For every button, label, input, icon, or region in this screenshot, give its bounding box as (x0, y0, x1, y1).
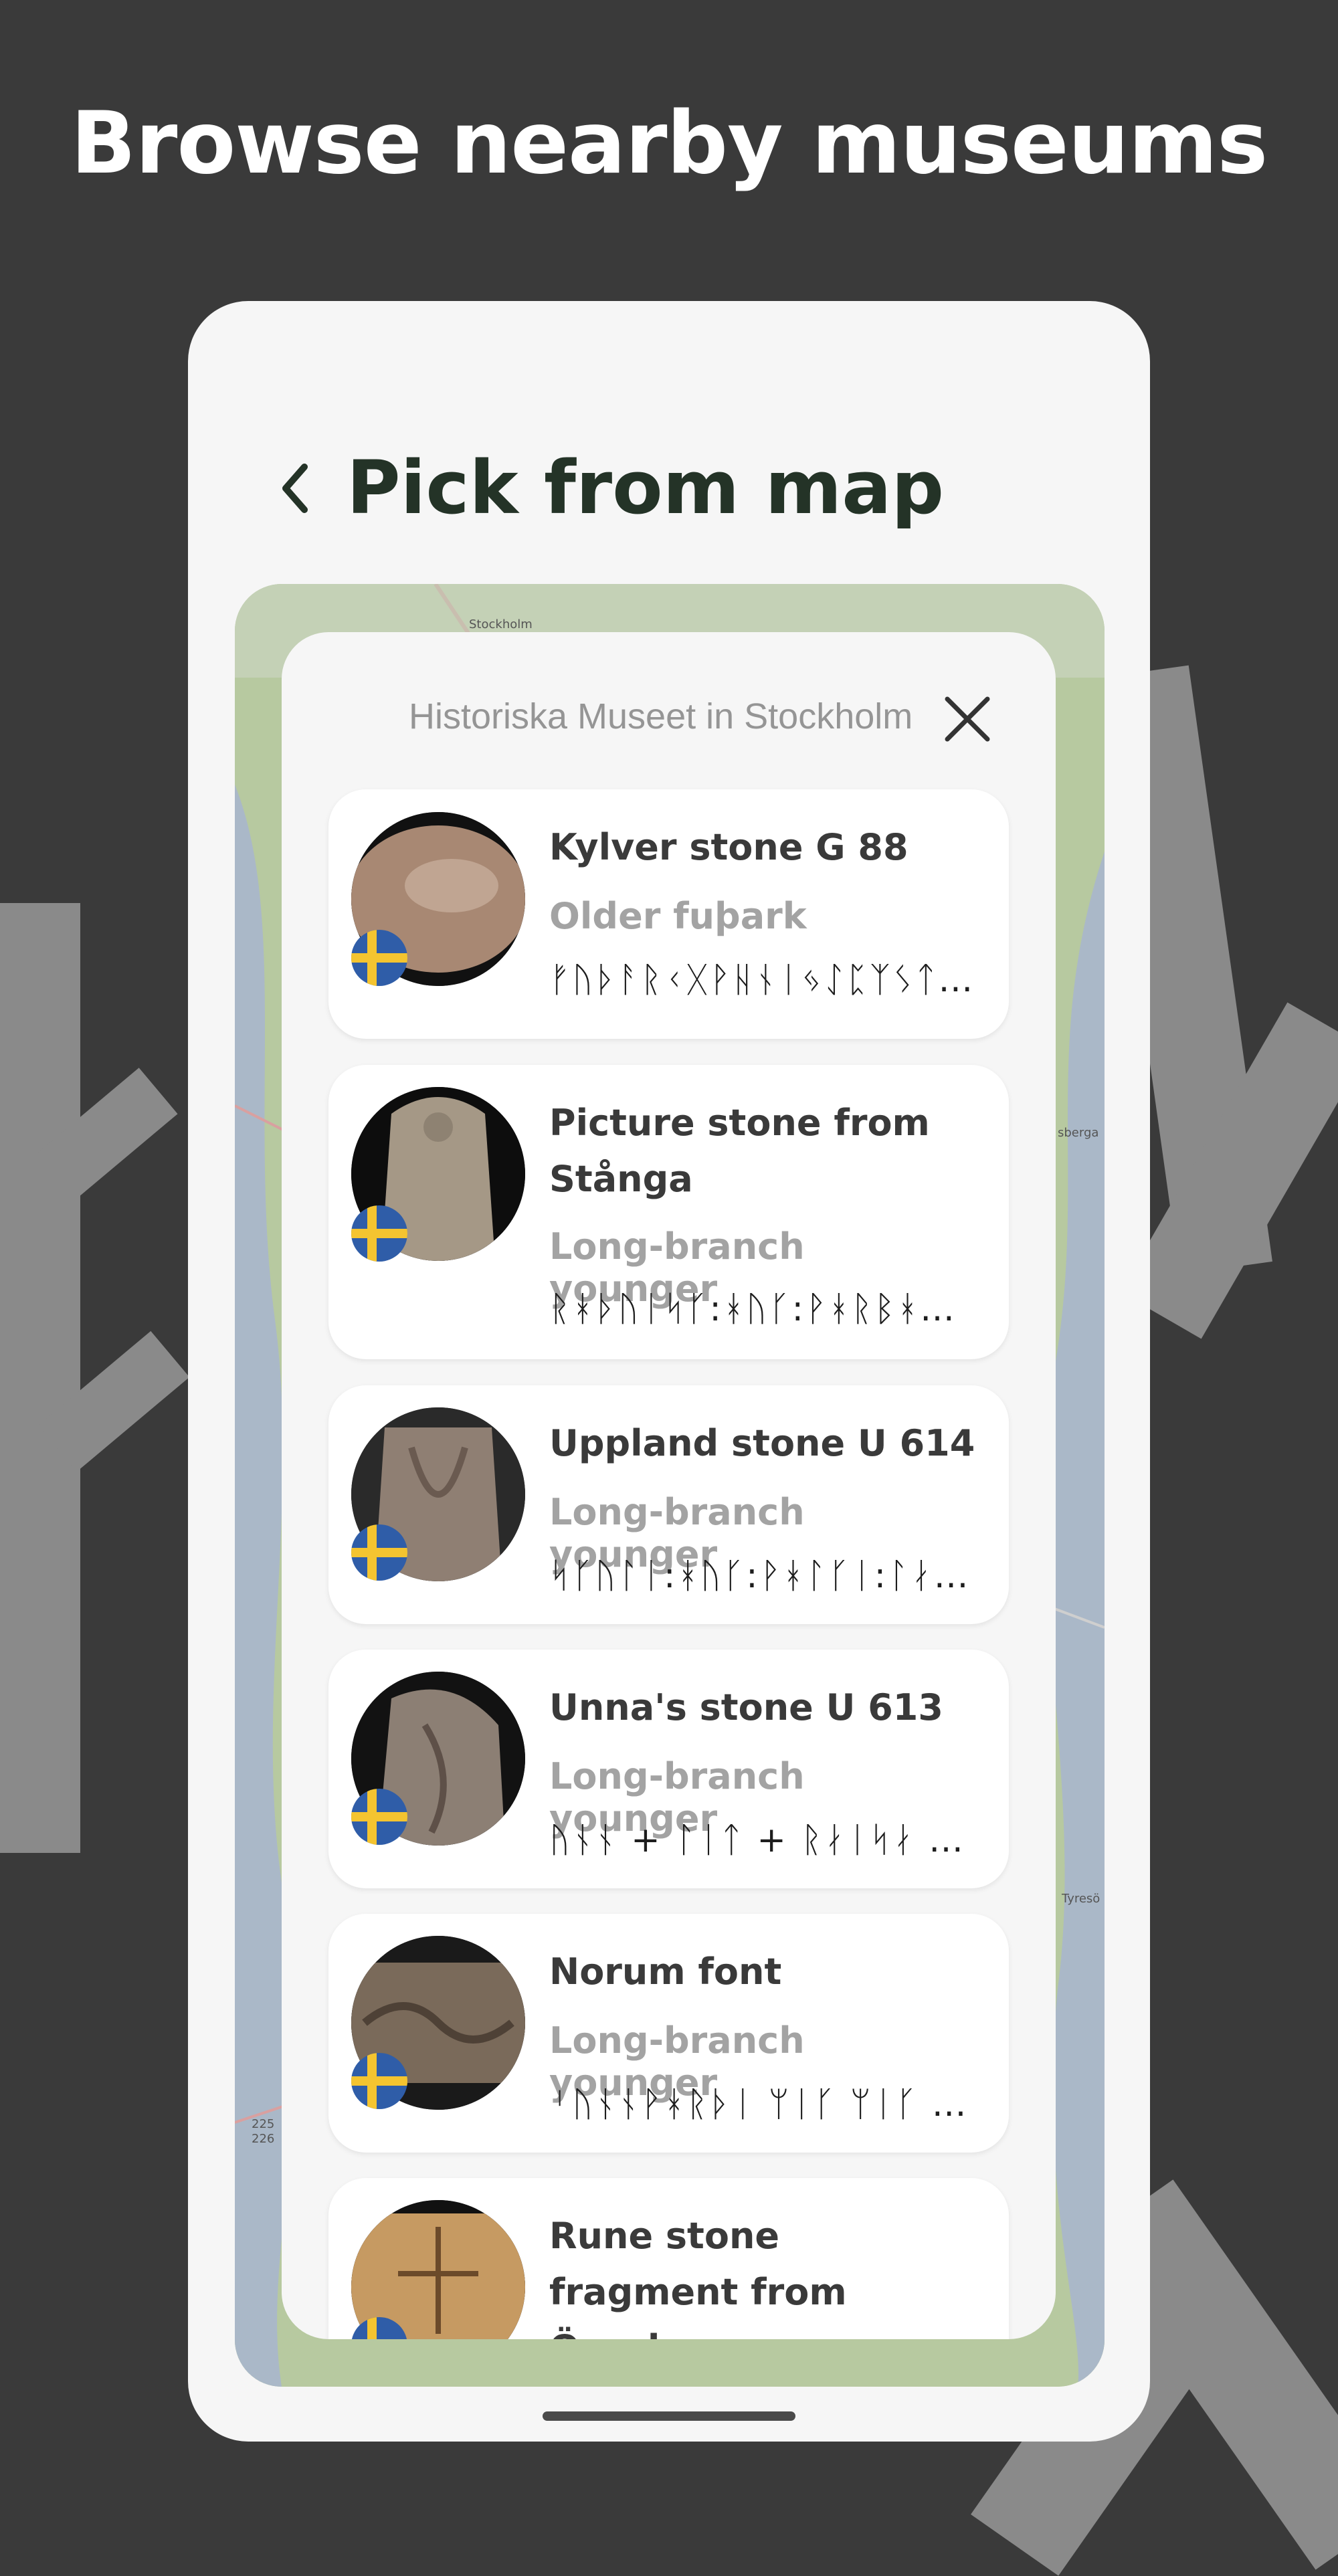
list-item[interactable]: Uppland stone U 614 Long-branch younger … (328, 1385, 1009, 1624)
museum-title: Historiska Museet in Stockholm (409, 696, 913, 736)
chevron-left-icon (282, 464, 308, 513)
item-title: Uppland stone U 614 (549, 1422, 975, 1464)
item-runes: ᛋᚴᚢᛚᛁ:ᚼᚢᚴ:ᚹᚼᛚᚴᛁ:ᛚᛅᛏᛅ:ᚱ… (549, 1556, 977, 1596)
item-runes: ᚢᚾᚾ + ᛚᛁᛏ + ᚱᛅᛁᛋᛅ + ᚦᛁᚾ… (549, 1820, 977, 1860)
map-label: Tyresö (1062, 1892, 1101, 1906)
list-item[interactable]: Picture stone from Stånga Long-branch yo… (328, 1065, 1009, 1359)
item-title: Unna's stone U 613 (549, 1686, 943, 1728)
item-title: Picture stone from Stånga (549, 1102, 930, 1200)
list-item[interactable]: Norum font Long-branch younger ᛌᚢᚾᚾᚹᚼᚱᚦᛁ… (328, 1914, 1009, 2153)
item-title: Kylver stone G 88 (549, 826, 909, 868)
list-item[interactable]: Unna's stone U 613 Long-branch younger ᚢ… (328, 1650, 1009, 1888)
museum-sheet: Historiska Museet in Stockholm Kylver st… (282, 632, 1056, 2339)
screen-title: Pick from map (347, 445, 945, 530)
list-item[interactable]: Rune stone fragment from Össeby (328, 2178, 1009, 2339)
list-item[interactable]: Kylver stone G 88 Older fuþark ᚠᚢᚦᚨᚱᚲᚷᚹᚺ… (328, 789, 1009, 1039)
background-rune-decoration (0, 903, 80, 1853)
sweden-flag-icon (351, 1524, 407, 1581)
map-label: Stockholm (469, 617, 533, 631)
map-label: 225 (252, 2117, 275, 2131)
back-button[interactable] (268, 455, 322, 522)
close-icon (945, 696, 990, 742)
map-label: 226 (252, 2132, 275, 2146)
sweden-flag-icon (351, 1205, 407, 1262)
item-title: Norum font (549, 1951, 782, 1993)
headline: Browse nearby museums (70, 94, 1268, 193)
sweden-flag-icon (351, 1789, 407, 1845)
map-label: sberga (1058, 1126, 1099, 1140)
item-title: Rune stone fragment from Össeby (549, 2215, 847, 2339)
phone-screen: Pick from map Stockholm sberga Tyresö 22… (188, 301, 1150, 2442)
item-script: Older fuþark (549, 895, 807, 937)
item-runes: ᚱᚼᚦᚢᛁᛋᚴ:ᚼᚢᚴ:ᚹᚼᚱᛒᚼᚱᚼ:ᚼ… (549, 1289, 977, 1329)
home-indicator[interactable] (543, 2411, 795, 2421)
sweden-flag-icon (351, 930, 407, 986)
sweden-flag-icon (351, 2053, 407, 2109)
close-button[interactable] (941, 692, 994, 746)
item-runes: ᛌᚢᚾᚾᚹᚼᚱᚦᛁ ᛘᛁᚴ ᛘᛁᚴ ᛘᛁᚴ … (549, 2084, 977, 2124)
item-runes: ᚠᚢᚦᚨᚱᚲᚷᚹᚺᚾᛁᛃᛇᛈᛉᛊᛏᛒᛖᛗ… (549, 960, 977, 1000)
